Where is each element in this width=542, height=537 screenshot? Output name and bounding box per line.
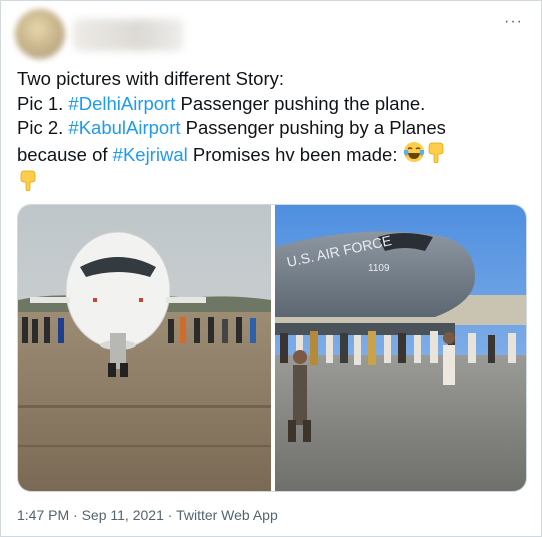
tweet-line-4: because of #Kejriwal Promises hv been ma… (17, 141, 517, 170)
tweet-line-prefix: Pic 2. (17, 117, 69, 138)
tweet-date[interactable]: Sep 11, 2021 (82, 507, 164, 523)
author-name-redacted[interactable] (73, 19, 183, 51)
tweet-media[interactable]: U.S. AIR FORCE 1109 (17, 204, 527, 492)
hashtag-delhiairport-link[interactable]: #DelhiAirport (68, 93, 175, 114)
photo-kabul-airport[interactable]: U.S. AIR FORCE 1109 (275, 205, 526, 491)
more-options-icon[interactable]: ··· (504, 13, 523, 31)
tweet-text: Two pictures with different Story: Pic 1… (17, 67, 517, 198)
tweet-line-text: Two pictures with different Story: (17, 68, 284, 89)
tweet-line-1: Two pictures with different Story: (17, 67, 517, 92)
hashtag-kejriwal-link[interactable]: #Kejriwal (113, 144, 188, 165)
laughing-tears-emoji-icon (403, 141, 425, 170)
aircraft-tail-number: 1109 (368, 263, 390, 274)
tweet-line-3: Pic 2. #KabulAirport Passenger pushing b… (17, 116, 517, 141)
tweet-header: ··· (15, 9, 527, 59)
tweet-line-2: Pic 1. #DelhiAirport Passenger pushing t… (17, 92, 517, 117)
tweet-line-suffix: Promises hv been made: (187, 143, 403, 165)
tweet-line-suffix: Passenger pushing the plane. (175, 92, 426, 114)
avatar[interactable] (15, 9, 65, 59)
pointing-down-emoji-icon (17, 169, 39, 198)
tweet-time[interactable]: 1:47 PM (17, 507, 69, 523)
pointing-down-emoji-icon (425, 141, 447, 170)
tweet-footer: 1:47 PM · Sep 11, 2021 · Twitter Web App (17, 507, 278, 523)
tweet-line-prefix: Pic 1. (17, 92, 69, 114)
footer-separator: · (73, 507, 82, 523)
tweet-source[interactable]: Twitter Web App (176, 507, 278, 523)
tweet-line-suffix: Passenger pushing by a Planes (180, 117, 446, 138)
tweet-line-prefix: because of (17, 143, 113, 165)
footer-separator: · (167, 507, 177, 523)
hashtag-kabulairport-link[interactable]: #KabulAirport (68, 117, 180, 138)
tweet-card: ··· Two pictures with different Story: P… (0, 0, 542, 537)
photo-delhi-airport[interactable] (18, 205, 271, 491)
tweet-line-5 (17, 169, 517, 198)
